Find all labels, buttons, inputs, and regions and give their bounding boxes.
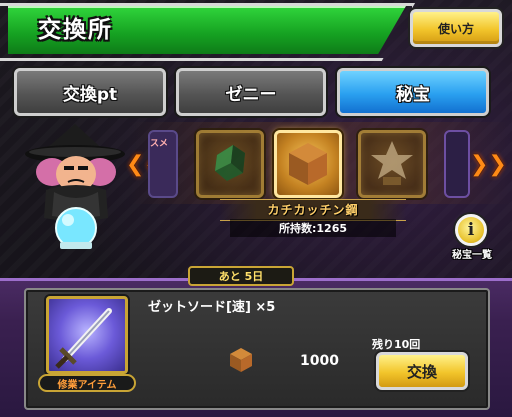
carousel-item[interactable]	[196, 130, 264, 198]
reward-category-badge: 修業アイテム	[38, 374, 136, 392]
carousel-item[interactable]	[358, 130, 426, 198]
page-title: 交換所	[38, 17, 113, 43]
remaining-count: 残り10回	[372, 338, 421, 351]
katchin-cube-icon	[289, 143, 327, 185]
shenron-trophy-icon	[371, 141, 413, 185]
info-icon[interactable]: i	[455, 214, 487, 246]
guide-button[interactable]: 使い方	[410, 9, 502, 47]
tab-zeni[interactable]: ゼニー	[176, 68, 326, 116]
reward-icon-frame[interactable]	[46, 296, 128, 374]
z-sword-icon	[55, 308, 112, 369]
tab-treasure[interactable]: 秘宝	[337, 68, 489, 116]
partial-item-label: スメ	[150, 139, 169, 149]
chevron-right-icon[interactable]: ❯❯	[470, 152, 507, 177]
carousel-item-selected[interactable]	[274, 130, 342, 198]
shopkeeper-character	[25, 124, 125, 249]
cost-value: 1000	[300, 353, 339, 369]
tab-exchange-pt[interactable]: 交換pt	[14, 68, 166, 116]
green-crystal-icon	[215, 145, 245, 181]
exchange-button[interactable]: 交換	[376, 352, 468, 390]
selected-item-name: カチカッチン鋼	[267, 203, 359, 217]
reward-name: ゼットソード[速] ×5	[148, 300, 276, 315]
deadline-badge: あと 5日	[188, 266, 294, 286]
owned-count: 所持数:1265	[278, 222, 347, 235]
katchin-cube-icon	[230, 348, 252, 372]
treasure-list-label[interactable]: 秘宝一覧	[440, 246, 504, 261]
carousel-item-partial[interactable]	[444, 130, 470, 198]
